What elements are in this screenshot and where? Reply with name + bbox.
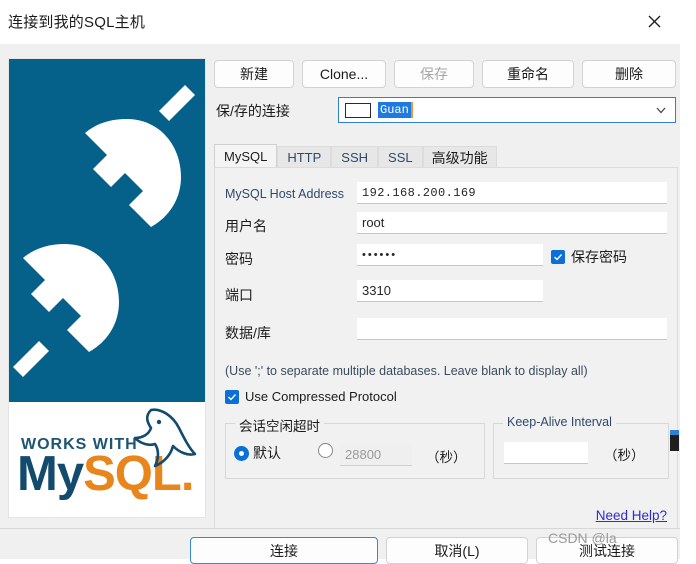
keep-alive-input[interactable] — [504, 442, 588, 464]
banner-artwork — [9, 59, 205, 404]
database-label: 数据/库 — [225, 325, 271, 341]
compressed-protocol-checkbox[interactable]: Use Compressed Protocol — [225, 389, 397, 404]
idle-timeout-default-label: 默认 — [253, 445, 281, 461]
radio-selected-icon — [234, 445, 249, 461]
compressed-protocol-label: Use Compressed Protocol — [245, 389, 397, 404]
mysql-logo: WORKS WITH MySQL. — [9, 402, 205, 517]
host-address-label: MySQL Host Address — [225, 187, 345, 201]
connection-swatch-icon — [345, 102, 371, 118]
idle-timeout-unit: （秒） — [426, 450, 467, 465]
keep-alive-title: Keep-Alive Interval — [503, 415, 616, 429]
idle-timeout-group: 会话空闲超时 默认 （秒） — [225, 415, 485, 479]
clone-button[interactable]: Clone... — [302, 60, 386, 88]
tab-http[interactable]: HTTP — [277, 146, 332, 168]
tab-mysql[interactable]: MySQL — [214, 144, 278, 168]
settings-pane: 新建 Clone... 保存 重命名 删除 保/存的连接 Guan MySQL … — [214, 44, 680, 559]
mysql-tab-panel: MySQL Host Address 用户名 密码 保存密码 端口 — [214, 167, 678, 529]
mysql-dolphin-icon — [133, 408, 197, 468]
password-label: 密码 — [225, 251, 253, 267]
save-password-label: 保存密码 — [571, 249, 627, 265]
tab-ssl[interactable]: SSL — [378, 146, 423, 168]
saved-connection-value: Guan — [378, 102, 413, 118]
idle-timeout-custom-radio[interactable] — [318, 443, 333, 458]
connect-button[interactable]: 连接 — [190, 537, 378, 564]
window-title: 连接到我的SQL主机 — [8, 14, 146, 31]
need-help-link[interactable]: Need Help? — [596, 508, 667, 523]
saved-connection-label: 保/存的连接 — [216, 103, 290, 119]
save-password-checkbox[interactable]: 保存密码 — [551, 247, 627, 267]
checkmark-icon — [225, 389, 239, 404]
brand-banner: WORKS WITH MySQL. — [8, 58, 206, 518]
saved-connection-row: 保/存的连接 Guan — [214, 97, 680, 123]
idle-timeout-seconds-input[interactable] — [340, 444, 412, 466]
host-address-input[interactable] — [357, 182, 667, 204]
saved-connection-combobox[interactable]: Guan — [338, 97, 676, 123]
titlebar: 连接到我的SQL主机 — [0, 0, 680, 44]
close-button[interactable] — [636, 4, 672, 38]
delete-button[interactable]: 删除 — [582, 60, 676, 88]
idle-timeout-title: 会话空闲超时 — [235, 415, 324, 435]
test-connection-button[interactable]: 测试连接 — [536, 537, 678, 564]
port-label: 端口 — [225, 287, 253, 303]
username-input[interactable] — [357, 212, 667, 234]
port-input[interactable] — [357, 280, 543, 302]
chevron-down-icon — [656, 107, 666, 114]
checkmark-icon — [551, 250, 565, 264]
dialog-footer: 连接 取消(L) 测试连接 — [0, 529, 680, 564]
close-icon — [648, 15, 660, 27]
connection-toolbar: 新建 Clone... 保存 重命名 删除 — [214, 60, 680, 88]
rename-button[interactable]: 重命名 — [482, 60, 574, 88]
dialog-window: 连接到我的SQL主机 WORKS WITH MySQL. 新建 Clone...… — [0, 0, 680, 564]
tab-advanced[interactable]: 高级功能 — [422, 146, 497, 168]
radio-empty-icon — [318, 443, 333, 458]
database-hint-text: (Use ';' to separate multiple databases.… — [225, 364, 588, 378]
password-input[interactable] — [357, 244, 543, 266]
mysql-my-text: My — [17, 447, 84, 501]
tab-ssh[interactable]: SSH — [331, 146, 379, 168]
idle-timeout-default-radio[interactable]: 默认 — [234, 443, 281, 463]
database-input[interactable] — [357, 318, 667, 340]
dialog-body: WORKS WITH MySQL. 新建 Clone... 保存 重命名 删除 — [0, 44, 680, 564]
cancel-button[interactable]: 取消(L) — [386, 537, 528, 564]
keep-alive-group: Keep-Alive Interval （秒） — [493, 415, 669, 479]
settings-tabs: MySQL HTTP SSH SSL 高级功能 — [214, 144, 680, 168]
plug-connector-icon — [13, 85, 195, 377]
new-button[interactable]: 新建 — [214, 60, 294, 88]
username-label: 用户名 — [225, 218, 267, 234]
keep-alive-unit: （秒） — [604, 448, 645, 463]
save-button: 保存 — [394, 60, 474, 88]
scroll-indicator — [670, 435, 679, 451]
